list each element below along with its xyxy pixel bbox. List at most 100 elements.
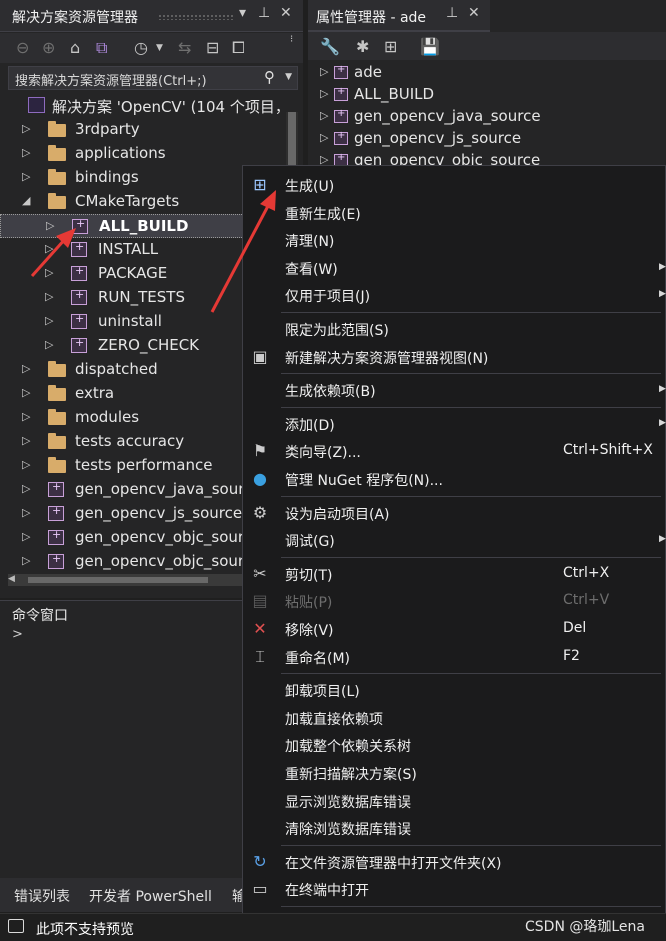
project-icon xyxy=(48,480,64,497)
show-all-files-icon[interactable]: ⧠ xyxy=(232,38,245,58)
search-icon[interactable]: ⚲ xyxy=(264,68,275,86)
horizontal-scroll-thumb[interactable] xyxy=(28,577,208,583)
sync-icon[interactable]: ⇆ xyxy=(178,38,191,57)
menu-item[interactable]: ⌶ 重命名(M) F2 xyxy=(243,643,666,670)
tree-item[interactable]: ▷ applications xyxy=(0,142,300,166)
new-property-sheet-icon[interactable]: ✱ xyxy=(356,37,369,56)
menu-item-label: 重命名(M) xyxy=(285,650,351,667)
tree-item-label: applications xyxy=(75,144,166,162)
folder-icon xyxy=(48,193,66,209)
menu-item[interactable]: 清理(N) xyxy=(243,226,666,253)
expanded-chevron-icon[interactable]: ◢ xyxy=(22,194,30,207)
add-existing-sheet-icon[interactable]: ⊞ xyxy=(384,37,397,56)
menu-item-label: 生成依赖项(B) xyxy=(285,384,376,401)
collapsed-chevron-icon[interactable]: ▷ xyxy=(320,131,328,144)
forward-icon[interactable]: ⊕ xyxy=(42,38,55,57)
menu-item[interactable]: 重新生成(E) xyxy=(243,199,666,226)
wrench-icon[interactable]: 🔧 xyxy=(320,37,340,56)
menu-item[interactable]: 加载整个依赖关系树 xyxy=(243,731,666,758)
collapse-all-icon[interactable]: ⊟ xyxy=(206,38,219,57)
pin-icon[interactable]: ⊥ xyxy=(446,5,458,21)
menu-item[interactable]: 查看(W) ▶ xyxy=(243,254,666,281)
rename-icon: ⌶ xyxy=(255,646,265,666)
menu-item[interactable]: ⚙ 设为启动项目(A) xyxy=(243,499,666,526)
menu-item[interactable]: 显示浏览数据库错误 xyxy=(243,787,666,814)
collapsed-chevron-icon[interactable]: ▷ xyxy=(22,386,30,399)
chevron-down-icon[interactable]: ▼ xyxy=(156,43,163,53)
collapsed-chevron-icon[interactable]: ▷ xyxy=(22,362,30,375)
menu-item[interactable]: 重新扫描解决方案(S) xyxy=(243,759,666,786)
titlebar-grip[interactable] xyxy=(158,14,234,20)
menu-item-label: 加载直接依赖项 xyxy=(285,711,383,728)
menu-item[interactable]: 加载直接依赖项 xyxy=(243,704,666,731)
collapsed-chevron-icon[interactable]: ▷ xyxy=(320,87,328,100)
close-icon[interactable]: ✕ xyxy=(468,5,480,21)
collapsed-chevron-icon[interactable]: ▷ xyxy=(320,109,328,122)
collapsed-chevron-icon[interactable]: ▷ xyxy=(22,170,30,183)
collapsed-chevron-icon[interactable]: ▷ xyxy=(45,266,53,279)
property-tree-item[interactable]: ▷ ade xyxy=(308,62,666,84)
tab-error-list[interactable]: 错误列表 xyxy=(14,886,70,906)
window-position-icon[interactable]: ▾ xyxy=(239,5,246,21)
tab-developer-powershell[interactable]: 开发者 PowerShell xyxy=(89,886,212,906)
tree-item-label: bindings xyxy=(75,168,139,186)
menu-item[interactable]: 添加(D) ▶ xyxy=(243,410,666,437)
menu-item[interactable]: 清除浏览数据库错误 xyxy=(243,814,666,841)
collapsed-chevron-icon[interactable]: ▷ xyxy=(22,530,30,543)
menu-item[interactable]: ● 管理 NuGet 程序包(N)... xyxy=(243,465,666,492)
search-input[interactable]: 搜索解决方案资源管理器(Ctrl+;) ⚲ ▼ xyxy=(8,66,298,90)
menu-item[interactable]: 生成依赖项(B) ▶ xyxy=(243,376,666,403)
submenu-arrow-icon: ▶ xyxy=(659,534,666,545)
collapsed-chevron-icon[interactable]: ▷ xyxy=(22,410,30,423)
menu-item[interactable]: ✕ 移除(V) Del xyxy=(243,615,666,642)
menu-item[interactable]: ⚑ 类向导(Z)... Ctrl+Shift+X xyxy=(243,437,666,464)
menu-item[interactable]: 限定为此范围(S) xyxy=(243,315,666,342)
collapsed-chevron-icon[interactable]: ▷ xyxy=(45,314,53,327)
submenu-arrow-icon: ▶ xyxy=(659,289,666,300)
collapsed-chevron-icon[interactable]: ▷ xyxy=(45,338,53,351)
pin-icon[interactable]: ⊥ xyxy=(258,5,270,21)
scroll-left-icon[interactable]: ◀ xyxy=(8,574,15,584)
gear-icon: ⚙ xyxy=(252,502,268,522)
collapsed-chevron-icon[interactable]: ▷ xyxy=(45,290,53,303)
menu-item[interactable]: 仅用于项目(J) ▶ xyxy=(243,281,666,308)
menu-item[interactable]: ↻ 在文件资源管理器中打开文件夹(X) xyxy=(243,848,666,875)
collapsed-chevron-icon[interactable]: ▷ xyxy=(22,554,30,567)
collapsed-chevron-icon[interactable]: ▷ xyxy=(22,506,30,519)
menu-item[interactable]: ⊞ 生成(U) xyxy=(243,171,666,198)
property-tree-item[interactable]: ▷gen_opencv_objc_source xyxy=(308,150,666,166)
collapsed-chevron-icon[interactable]: ▷ xyxy=(22,434,30,447)
property-tree-item[interactable]: ▷ gen_opencv_java_source xyxy=(308,106,666,128)
home-icon[interactable]: ⌂ xyxy=(70,38,80,57)
menu-item[interactable]: ▣ 新建解决方案资源管理器视图(N) xyxy=(243,343,666,370)
menu-item[interactable]: 卸载项目(L) xyxy=(243,676,666,703)
collapsed-chevron-icon[interactable]: ▷ xyxy=(45,242,53,255)
search-options-chevron-icon[interactable]: ▼ xyxy=(285,72,292,82)
context-menu: ⊞ 生成(U) 重新生成(E) 清理(N) 查看(W) ▶ 仅用于项目(J) ▶ 限定为此范围(… xyxy=(242,165,666,941)
collapsed-chevron-icon[interactable]: ▷ xyxy=(46,219,54,232)
collapsed-chevron-icon[interactable]: ▷ xyxy=(22,122,30,135)
switch-views-icon[interactable]: ⧉ xyxy=(96,38,107,58)
toolbar-overflow-icon[interactable]: ⁝ xyxy=(290,34,293,45)
save-icon[interactable]: 💾 xyxy=(420,37,440,56)
collapsed-chevron-icon[interactable]: ▷ xyxy=(320,65,328,78)
close-icon[interactable]: ✕ xyxy=(280,5,292,21)
property-manager-tab[interactable]: 属性管理器 - ade ⊥ ✕ xyxy=(308,0,490,32)
menu-item[interactable]: 调试(G) ▶ xyxy=(243,526,666,553)
tree-item-label: INSTALL xyxy=(98,240,159,258)
back-icon[interactable]: ⊖ xyxy=(16,38,29,57)
tree-item[interactable]: ▷ 3rdparty xyxy=(0,118,300,142)
pending-changes-icon[interactable]: ◷ xyxy=(134,38,148,57)
property-tree-item-label: gen_opencv_objc_source xyxy=(354,151,541,166)
menu-item[interactable]: ✂ 剪切(T) Ctrl+X xyxy=(243,560,666,587)
collapsed-chevron-icon[interactable]: ▷ xyxy=(22,146,30,159)
menu-item-label: 类向导(Z)... xyxy=(285,445,361,462)
property-tree-item[interactable]: ▷ gen_opencv_js_source xyxy=(308,128,666,150)
property-tree-item[interactable]: ▷ ALL_BUILD xyxy=(308,84,666,106)
menu-separator xyxy=(281,406,661,408)
menu-item[interactable]: ▭ 在终端中打开 xyxy=(243,875,666,902)
collapsed-chevron-icon[interactable]: ▷ xyxy=(22,458,30,471)
solution-node[interactable]: 解决方案 'OpenCV' (104 个项目， xyxy=(0,94,300,118)
collapsed-chevron-icon[interactable]: ▷ xyxy=(22,482,30,495)
menu-item-label: 生成(U) xyxy=(285,179,335,195)
